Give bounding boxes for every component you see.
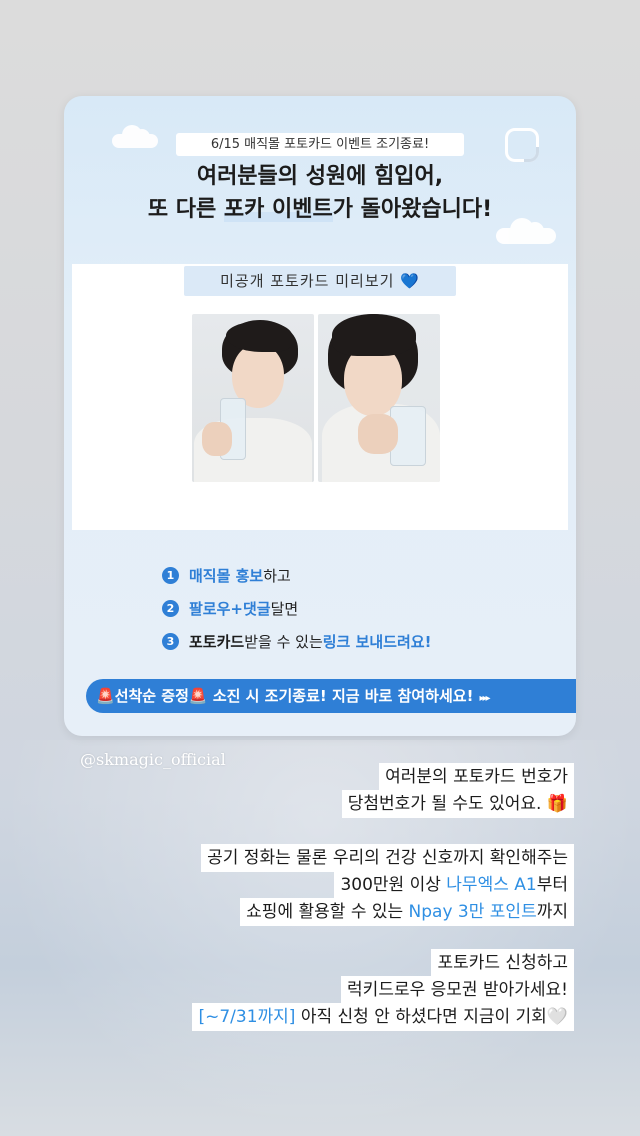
step-highlight: 매직몰 홍보: [189, 567, 264, 585]
photocard-image-2: [318, 314, 440, 482]
gift-icon: 🎁: [546, 794, 568, 814]
caption-line: 여러분의 포토카드 번호가: [379, 763, 574, 791]
caption-block-2: 공기 정화는 물론 우리의 건강 신호까지 확인해주는 300만원 이상 나무엑…: [201, 844, 574, 926]
headline-highlight: 포카 이벤트: [223, 197, 333, 222]
white-heart-icon: 🤍: [546, 1007, 568, 1028]
caption-line: 당첨번호가 될 수도 있어요. 🎁: [341, 790, 574, 818]
step-text: 받을 수 있는: [244, 633, 323, 651]
event-card: 6/15 매직몰 포토카드 이벤트 조기종료! 여러분들의 성원에 힘입어, 또…: [64, 96, 576, 736]
step-number: 3: [162, 633, 179, 650]
caption-line: 300만원 이상 나무엑스 A1부터: [334, 871, 574, 899]
blue-heart-icon: 💙: [400, 272, 420, 290]
caption-highlight: 나무엑스 A1: [446, 875, 537, 895]
siren-icon: 🚨: [96, 687, 115, 705]
camera-icon: [505, 128, 539, 162]
steps-list: 1 매직몰 홍보 하고 2 팔로우+댓글 달면 3 포토카드 받을 수 있는 링크 …: [162, 559, 522, 658]
step-text: 달면: [270, 600, 299, 618]
caption-highlight: [~7/31까지]: [198, 1007, 296, 1027]
caption-line: [~7/31까지] 아직 신청 안 하셨다면 지금이 기회🤍: [192, 1003, 574, 1031]
caption-highlight: Npay 3만 포인트: [408, 902, 537, 922]
cta-banner[interactable]: 🚨선착순 증정🚨 소진 시 조기종료! 지금 바로 참여하세요! ▸▸▸: [86, 679, 576, 713]
cta-text: 선착순 증정: [114, 687, 189, 705]
step-number: 2: [162, 600, 179, 617]
headline-line2: 또 다른 포카 이벤트가 돌아왔습니다!: [147, 197, 493, 222]
cloud-decoration: [496, 218, 556, 244]
cloud-decoration: [112, 125, 158, 148]
caption-block-1: 여러분의 포토카드 번호가 당첨번호가 될 수도 있어요. 🎁: [341, 763, 574, 818]
account-handle[interactable]: @skmagic_official: [80, 750, 226, 769]
photocard-image-1: [192, 314, 314, 482]
step-2: 2 팔로우+댓글 달면: [162, 592, 522, 625]
event-pill: 6/15 매직몰 포토카드 이벤트 조기종료!: [176, 133, 464, 156]
caption-line: 공기 정화는 물론 우리의 건강 신호까지 확인해주는: [201, 844, 574, 872]
caption-line: 럭키드로우 응모권 받아가세요!: [341, 976, 574, 1004]
caption-line: 쇼핑에 활용할 수 있는 Npay 3만 포인트까지: [240, 898, 574, 926]
siren-icon: 🚨: [188, 687, 208, 705]
photocard-preview-panel: 미공개 포토카드 미리보기 💙: [72, 264, 568, 530]
step-text: 하고: [263, 567, 291, 585]
step-highlight: 링크 보내드려요!: [322, 633, 432, 651]
headline-line1: 여러분들의 성원에 힘입어,: [196, 164, 444, 189]
preview-label: 미공개 포토카드 미리보기 💙: [184, 266, 456, 296]
caption-line: 포토카드 신청하고: [431, 949, 574, 977]
step-bold: 포토카드: [189, 633, 245, 651]
headline: 여러분들의 성원에 힘입어, 또 다른 포카 이벤트가 돌아왔습니다!: [64, 160, 576, 226]
step-1: 1 매직몰 홍보 하고: [162, 559, 522, 592]
step-3: 3 포토카드 받을 수 있는 링크 보내드려요!: [162, 625, 522, 658]
cta-text: 소진 시 조기종료! 지금 바로 참여하세요!: [207, 687, 474, 705]
arrow-right-icon: ▸▸▸: [479, 693, 490, 704]
step-highlight: 팔로우+댓글: [189, 600, 271, 618]
step-number: 1: [162, 567, 179, 584]
caption-block-3: 포토카드 신청하고 럭키드로우 응모권 받아가세요! [~7/31까지] 아직 …: [192, 949, 574, 1031]
